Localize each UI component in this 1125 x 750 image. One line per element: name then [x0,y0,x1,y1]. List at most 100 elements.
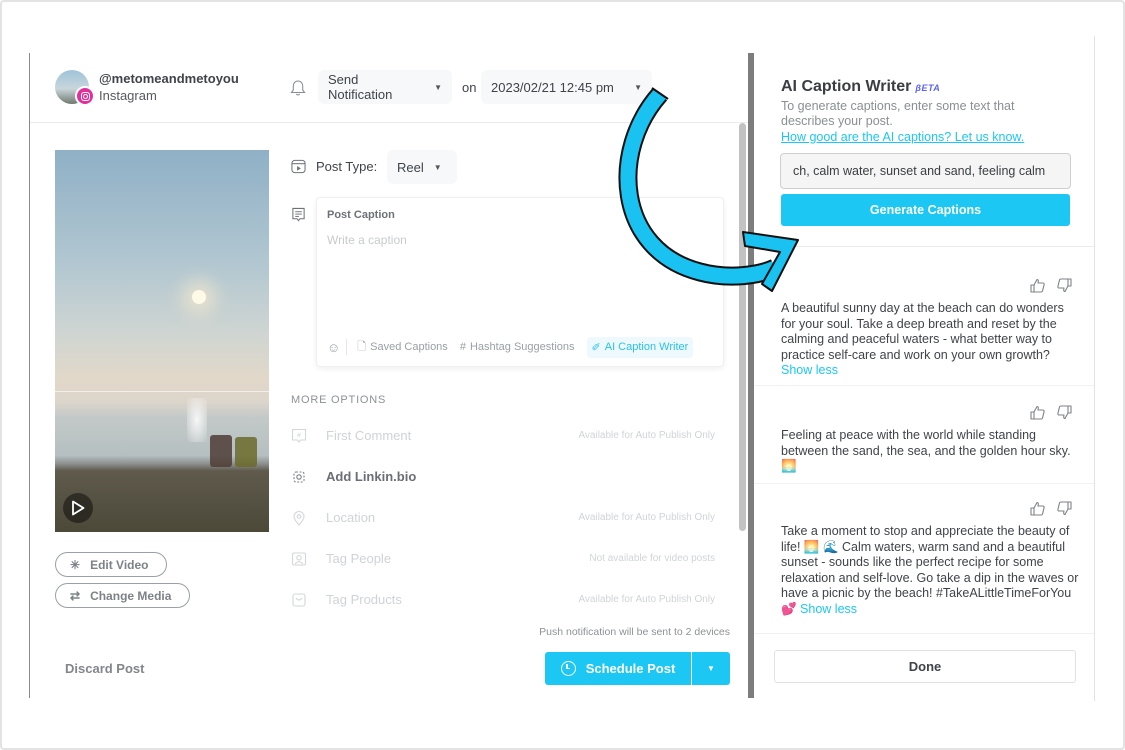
hashtag-suggestions-button[interactable]: # Hashtag Suggestions [460,341,575,353]
svg-text:#: # [297,433,301,440]
post-type-value: Reel [397,159,424,175]
option-tag-people[interactable]: Tag People Not available for video posts [291,550,715,570]
caption-icon [292,207,305,222]
schedule-post-button[interactable]: Schedule Post [545,652,691,685]
saved-captions-icon: 🗋 [357,340,367,353]
post-caption-box: Post Caption ☺ 🗋 Saved Captions # Hashta… [316,197,724,367]
composer-scrollbar[interactable] [739,123,746,531]
ai-results-list: A beautiful sunny day at the beach can d… [754,247,1094,633]
option-note: Available for Auto Publish Only [578,430,715,441]
chevron-down-icon: ▼ [433,162,442,172]
thumbs-down-icon[interactable] [1056,277,1073,294]
ai-result-text: Feeling at peace with the world while st… [781,428,1081,475]
ai-feedback-link[interactable]: How good are the AI captions? Let us kno… [781,130,1024,144]
thumbs-up-icon[interactable] [1029,404,1046,421]
ai-result-text: Take a moment to stop and appreciate the… [781,524,1081,617]
magic-wand-icon: ✳ [70,557,81,572]
thumbs-up-icon[interactable] [1029,277,1046,294]
option-add-linkinbio[interactable]: Add Linkin.bio [291,468,715,488]
ai-panel-title-text: AI Caption Writer [781,78,912,95]
option-note: Not available for video posts [589,553,715,564]
rating-controls [1029,277,1073,294]
video-horizon [55,391,269,392]
video-sun [192,290,206,304]
option-first-comment[interactable]: # First Comment Available for Auto Publi… [291,427,715,447]
bell-icon [290,80,306,96]
thumbs-down-icon[interactable] [1056,500,1073,517]
play-button[interactable] [63,493,93,523]
account-username: @metomeandmetoyou [99,71,239,86]
thumbs-down-icon[interactable] [1056,404,1073,421]
show-less-link[interactable]: Show less [800,602,857,616]
option-location[interactable]: Location Available for Auto Publish Only [291,509,715,529]
ai-footer-separator [754,633,1094,634]
post-type-select[interactable]: Reel ▼ [387,150,457,184]
option-tag-products[interactable]: Tag Products Available for Auto Publish … [291,591,715,611]
send-notification-select[interactable]: Send Notification ▼ [318,70,452,104]
option-label: Location [326,510,376,525]
hashtag-comment-icon: # [291,428,307,443]
hashtag-bulb-icon: # [459,341,466,353]
composer-header: @metomeandmetoyou Instagram Send Notific… [30,53,748,123]
right-edge-line [1094,36,1095,701]
video-glare [187,398,207,442]
option-label: Add Linkin.bio [326,469,417,484]
play-icon [72,500,85,516]
option-label: Tag People [326,551,392,566]
option-note: Available for Auto Publish Only [578,512,715,523]
ai-panel-title: AI Caption Writer βETA [781,78,940,96]
saved-captions-label: Saved Captions [370,341,448,353]
clock-icon [560,661,576,676]
emoji-icon[interactable]: ☺ [327,340,340,355]
video-chair [210,435,232,467]
swap-arrows-icon: ⇄ [70,588,81,603]
change-media-label: Change Media [90,588,172,603]
result-separator [754,385,1094,386]
ai-result-text: A beautiful sunny day at the beach can d… [781,301,1081,379]
video-preview[interactable] [55,150,269,532]
post-composer: @metomeandmetoyou Instagram Send Notific… [30,53,748,698]
reel-icon [291,159,306,174]
account-network: Instagram [99,88,157,103]
saved-captions-button[interactable]: 🗋 Saved Captions [357,338,448,357]
send-notification-value: Send Notification [328,72,393,102]
tag-person-icon [291,552,307,566]
result-separator [754,483,1094,484]
ai-result-body: A beautiful sunny day at the beach can d… [781,301,1064,362]
hashtag-suggestions-label: Hashtag Suggestions [469,341,575,353]
edit-video-button[interactable]: ✳ Edit Video [55,552,167,577]
chevron-down-icon: ▼ [634,82,642,92]
schedule-options-dropdown[interactable]: ▼ [692,652,730,685]
post-caption-title: Post Caption [327,209,395,221]
discard-post-button[interactable]: Discard Post [65,661,144,676]
post-caption-input[interactable] [327,233,712,323]
ai-prompt-input[interactable] [780,153,1071,189]
toolbar-divider [346,339,348,355]
ai-caption-writer-button[interactable]: ✐ AI Caption Writer [586,336,694,358]
chevron-down-icon: ▼ [707,664,715,673]
change-media-button[interactable]: ⇄ Change Media [55,583,190,608]
post-type-label: Post Type: [316,159,378,174]
rating-controls [1029,404,1073,421]
chevron-down-icon: ▼ [434,82,442,92]
linkinbio-icon [293,471,305,483]
thumbs-up-icon[interactable] [1029,500,1046,517]
done-button[interactable]: Done [774,650,1076,683]
schedule-post-label: Schedule Post [585,661,676,676]
beta-badge: βETA [915,83,941,93]
shopping-bag-icon [292,593,306,607]
option-note: Available for Auto Publish Only [578,594,715,605]
schedule-datetime-select[interactable]: 2023/02/21 12:45 pm ▼ [481,70,652,104]
rating-controls [1029,500,1073,517]
ai-panel-description: To generate captions, enter some text th… [781,99,1015,128]
ai-caption-writer-panel: AI Caption Writer βETA To generate captio… [754,53,1094,698]
push-notification-note: Push notification will be sent to 2 devi… [539,626,730,638]
option-label: First Comment [326,428,412,443]
video-chair [235,437,257,467]
generate-captions-button[interactable]: Generate Captions [781,194,1070,226]
location-pin-icon [293,511,305,526]
magic-pen-icon: ✐ [591,341,601,354]
option-label: Tag Products [326,592,402,607]
ai-result-body: Feeling at peace with the world while st… [781,428,1071,473]
show-less-link[interactable]: Show less [781,363,838,377]
